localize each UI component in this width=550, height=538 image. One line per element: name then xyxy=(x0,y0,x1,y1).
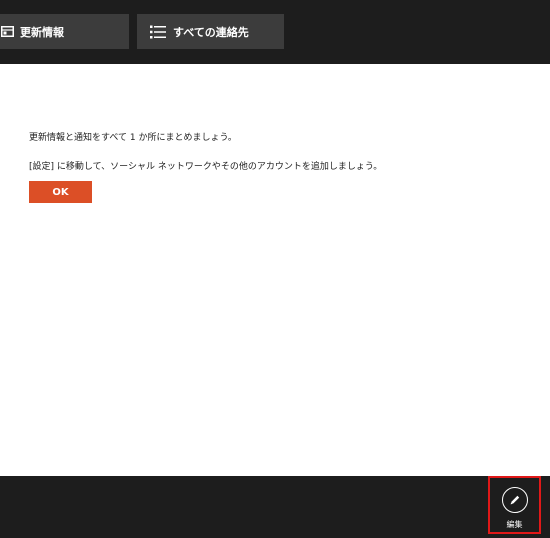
edit-label: 編集 xyxy=(506,520,523,529)
app-bar: 編集 xyxy=(0,476,550,538)
ok-button[interactable]: OK xyxy=(29,181,92,203)
main-content: 更新情報と通知をすべて 1 か所にまとめましょう。 [設定] に移動して、ソーシ… xyxy=(0,64,550,476)
settings-message: [設定] に移動して、ソーシャル ネットワークやその他のアカウントを追加しましょ… xyxy=(29,162,383,172)
pencil-icon xyxy=(502,487,528,513)
edit-button[interactable]: 編集 xyxy=(488,476,541,534)
updates-label: 更新情報 xyxy=(20,25,64,39)
panel-layout-icon xyxy=(0,26,15,37)
list-icon xyxy=(149,25,166,39)
all-contacts-label: すべての連絡先 xyxy=(173,25,249,39)
top-navigation-bar: 更新情報 すべての連絡先 xyxy=(0,0,550,64)
intro-message: 更新情報と通知をすべて 1 か所にまとめましょう。 xyxy=(29,133,237,143)
all-contacts-button[interactable]: すべての連絡先 xyxy=(137,14,284,49)
updates-button[interactable]: 更新情報 xyxy=(0,14,129,49)
